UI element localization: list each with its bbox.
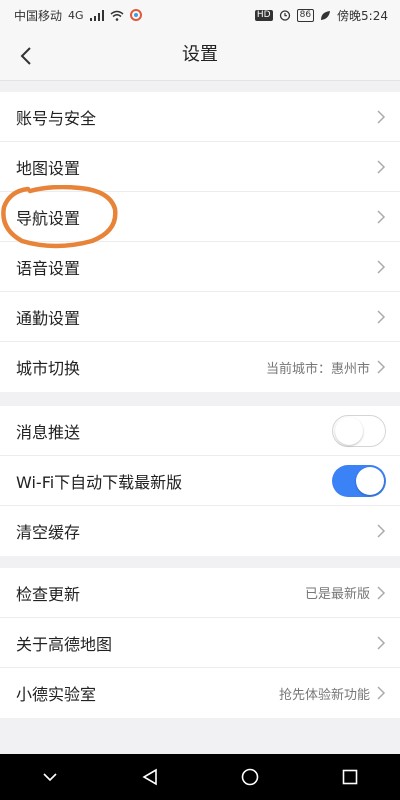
status-left: 中国移动 4G xyxy=(0,7,142,24)
row-label: 账号与安全 xyxy=(16,108,97,128)
map-settings-row[interactable]: 地图设置 xyxy=(0,142,400,192)
chevron-right-icon xyxy=(377,309,386,324)
account-security-row[interactable]: 账号与安全 xyxy=(0,92,400,142)
status-bar: 中国移动 4G HD 86 傍晚5:24 xyxy=(0,0,400,30)
settings-group-1: 账号与安全 地图设置 导航设置 语音设置 通勤设置 城市切换 当前城市：惠州市 xyxy=(0,92,400,392)
row-label: 通勤设置 xyxy=(16,308,81,328)
message-push-row: 消息推送 xyxy=(0,406,400,456)
back-button[interactable] xyxy=(6,36,46,76)
leaf-icon xyxy=(321,10,331,20)
wifi-auto-download-toggle[interactable] xyxy=(332,464,386,497)
toggle-knob xyxy=(356,466,384,495)
chevron-down-icon xyxy=(43,773,57,782)
current-city-value: 当前城市：惠州市 xyxy=(265,361,370,377)
system-nav-bar xyxy=(0,754,400,800)
chevron-right-icon xyxy=(377,259,386,274)
row-label: 小德实验室 xyxy=(16,685,97,704)
settings-group-3: 检查更新 已是最新版 关于高德地图 小德实验室 抢先体验新功能 xyxy=(0,568,400,718)
voice-settings-row[interactable]: 语音设置 xyxy=(0,242,400,292)
update-status-value: 已是最新版 xyxy=(304,587,370,602)
row-label: 清空缓存 xyxy=(16,523,81,542)
page-title: 设置 xyxy=(182,44,218,65)
chevron-left-icon xyxy=(20,47,31,65)
battery-icon: 86 xyxy=(296,8,315,22)
circle-home-icon xyxy=(241,768,259,786)
hide-keyboard-button[interactable] xyxy=(30,757,70,797)
chevron-right-icon xyxy=(377,209,386,224)
triangle-back-icon xyxy=(142,768,157,786)
row-label: 城市切换 xyxy=(16,359,81,378)
header: 设置 xyxy=(0,30,400,81)
hd-icon: HD xyxy=(254,9,273,21)
message-push-toggle[interactable] xyxy=(332,414,386,447)
chevron-right-icon xyxy=(377,686,386,700)
chevron-right-icon xyxy=(377,585,386,600)
lab-row[interactable]: 小德实验室 抢先体验新功能 xyxy=(0,668,400,718)
row-label: Wi-Fi下自动下载最新版 xyxy=(16,472,183,492)
chevron-right-icon xyxy=(377,360,386,374)
row-label: 关于高德地图 xyxy=(16,634,113,654)
row-label: 消息推送 xyxy=(16,422,81,442)
chevron-right-icon xyxy=(377,524,386,538)
wifi-icon xyxy=(110,10,124,21)
city-switch-row[interactable]: 城市切换 当前城市：惠州市 xyxy=(0,342,400,392)
row-label: 检查更新 xyxy=(16,584,81,604)
chevron-right-icon xyxy=(377,109,386,124)
nav-back-button[interactable] xyxy=(130,757,170,797)
navigation-settings-row[interactable]: 导航设置 xyxy=(0,192,400,242)
wifi-auto-download-row: Wi-Fi下自动下载最新版 xyxy=(0,456,400,506)
toggle-knob xyxy=(335,416,363,445)
lab-description-value: 抢先体验新功能 xyxy=(278,687,370,703)
chevron-right-icon xyxy=(377,635,386,650)
row-label: 地图设置 xyxy=(16,158,81,178)
status-time: 傍晚5:24 xyxy=(337,8,388,23)
signal-icon xyxy=(89,9,104,21)
carrier-label: 中国移动 xyxy=(14,8,63,23)
row-label: 导航设置 xyxy=(16,208,81,228)
commute-settings-row[interactable]: 通勤设置 xyxy=(0,292,400,342)
nav-recents-button[interactable] xyxy=(330,757,370,797)
status-right: HD 86 傍晚5:24 xyxy=(254,7,400,24)
check-update-row[interactable]: 检查更新 已是最新版 xyxy=(0,568,400,618)
nav-home-button[interactable] xyxy=(230,757,270,797)
row-label: 语音设置 xyxy=(16,258,81,278)
clear-cache-row[interactable]: 清空缓存 xyxy=(0,506,400,556)
chevron-right-icon xyxy=(377,159,386,174)
network-label: 4G xyxy=(68,8,84,22)
about-amap-row[interactable]: 关于高德地图 xyxy=(0,618,400,668)
square-recents-icon xyxy=(342,769,358,785)
settings-group-2: 消息推送 Wi-Fi下自动下载最新版 清空缓存 xyxy=(0,406,400,556)
app-notification-icon xyxy=(129,9,142,21)
alarm-icon xyxy=(279,10,290,21)
